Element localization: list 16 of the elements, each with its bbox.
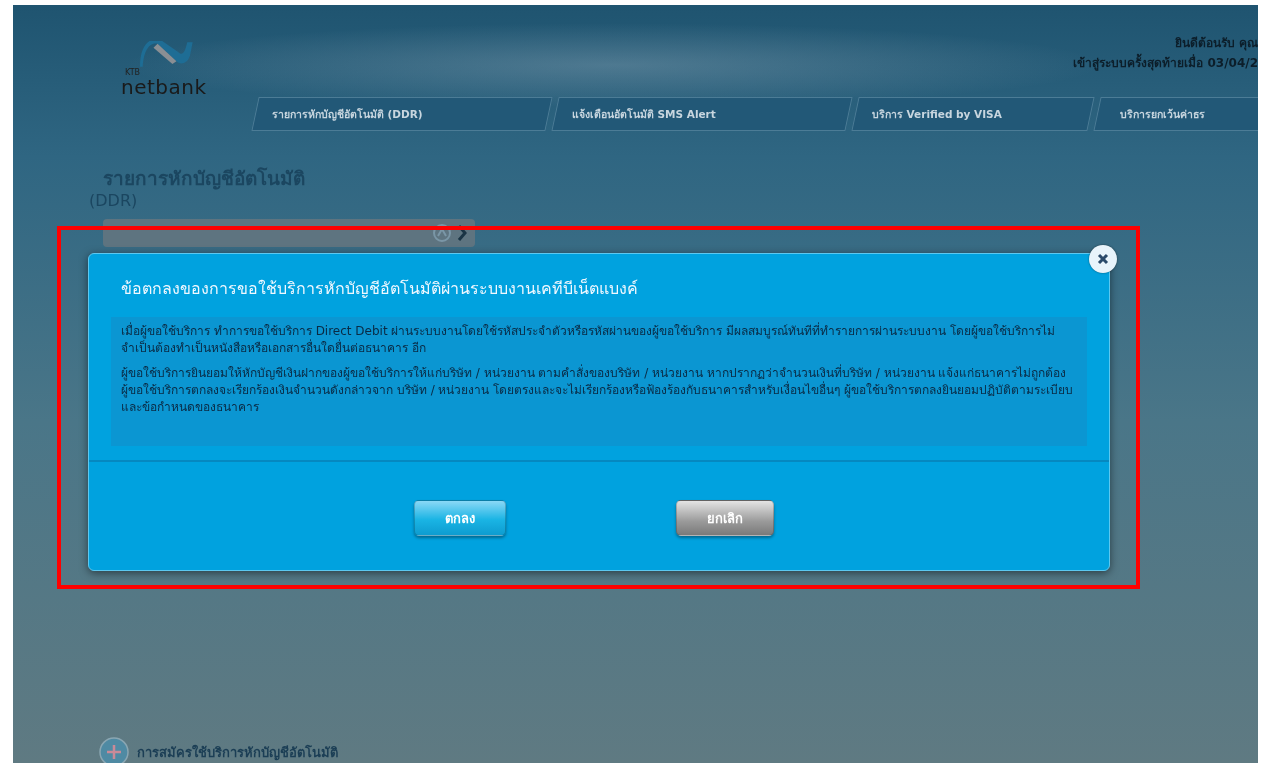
terms-paragraph: เมื่อผู้ขอใช้บริการ ทำการขอใช้บริการ Direct Debit ผ่านระบบงานโดยใช้รหัสประจำตัวหรือรหัสผ่านของผู้ขอใช้บริการ มีผลสมบูรณ์ทันทีที่ทำรายการผ่านระบบงาน โดยผู้ขอใช้บริการไม่จำเป็นต้องทำเป็นหนังสือหรือเอกสารอื่นใดยื่นต่อธนาคาร อีก xyxy=(121,323,1057,357)
welcome-text: เข้าสู่ระบบครั้งสุดท้ายเมื่อ 03/04/2 xyxy=(1073,53,1258,72)
close-icon xyxy=(1095,251,1111,267)
nav-tab[interactable]: รายการหักบัญชีอัตโนมัติ (DDR) xyxy=(251,97,553,131)
emblem-icon xyxy=(433,224,451,242)
plus-icon[interactable] xyxy=(99,737,129,763)
chevron-icon xyxy=(457,225,467,241)
nav-tab[interactable]: แจ้งเตือนอัตโนมัติ SMS Alert xyxy=(551,97,853,131)
close-button[interactable] xyxy=(1089,245,1117,273)
nav-tab[interactable]: บริการยกเว้นค่าธร xyxy=(1093,97,1258,131)
welcome-text: ยินดีต้อนรับ คุณ xyxy=(1174,35,1258,52)
terms-paragraph: ผู้ขอใช้บริการยินยอมให้หักบัญชีเงินฝากของผู้ขอใช้บริการให้แก่บริษัท / หน่วยงาน ตามคำสั่งของบริษัท / หน่วยงาน หากปรากฏว่าจำนวนเงินที่บริษัท / หน่วยงาน แจ้งแก่ธนาคารไม่ถูกต้อง ผู้ขอใช้บริการตกลงจะเรียกร้องเงินจำนวนดังกล่าวจาก บริษัท / หน่วยงาน โดยตรงและจะไม่เรียกร้องหรือฟ้องร้องกับธนาคารสำหรับเงื่อนไขอื่นๆ ผู้ขอใช้บริการตกลงยินยอมปฏิบัติตามระเบียบและข้อกำหนดของธนาคาร xyxy=(121,365,1075,416)
logo-wordmark: netbank xyxy=(121,77,207,97)
nav-tab[interactable]: บริการ Verified by VISA xyxy=(851,97,1095,131)
logo-caption: KTB xyxy=(125,68,140,77)
dialog-title: ข้อตกลงของการขอใช้บริการหักบัญชีอัตโนมัติผ่านระบบงานเคทีบีเน็ตแบงค์ xyxy=(121,277,639,300)
